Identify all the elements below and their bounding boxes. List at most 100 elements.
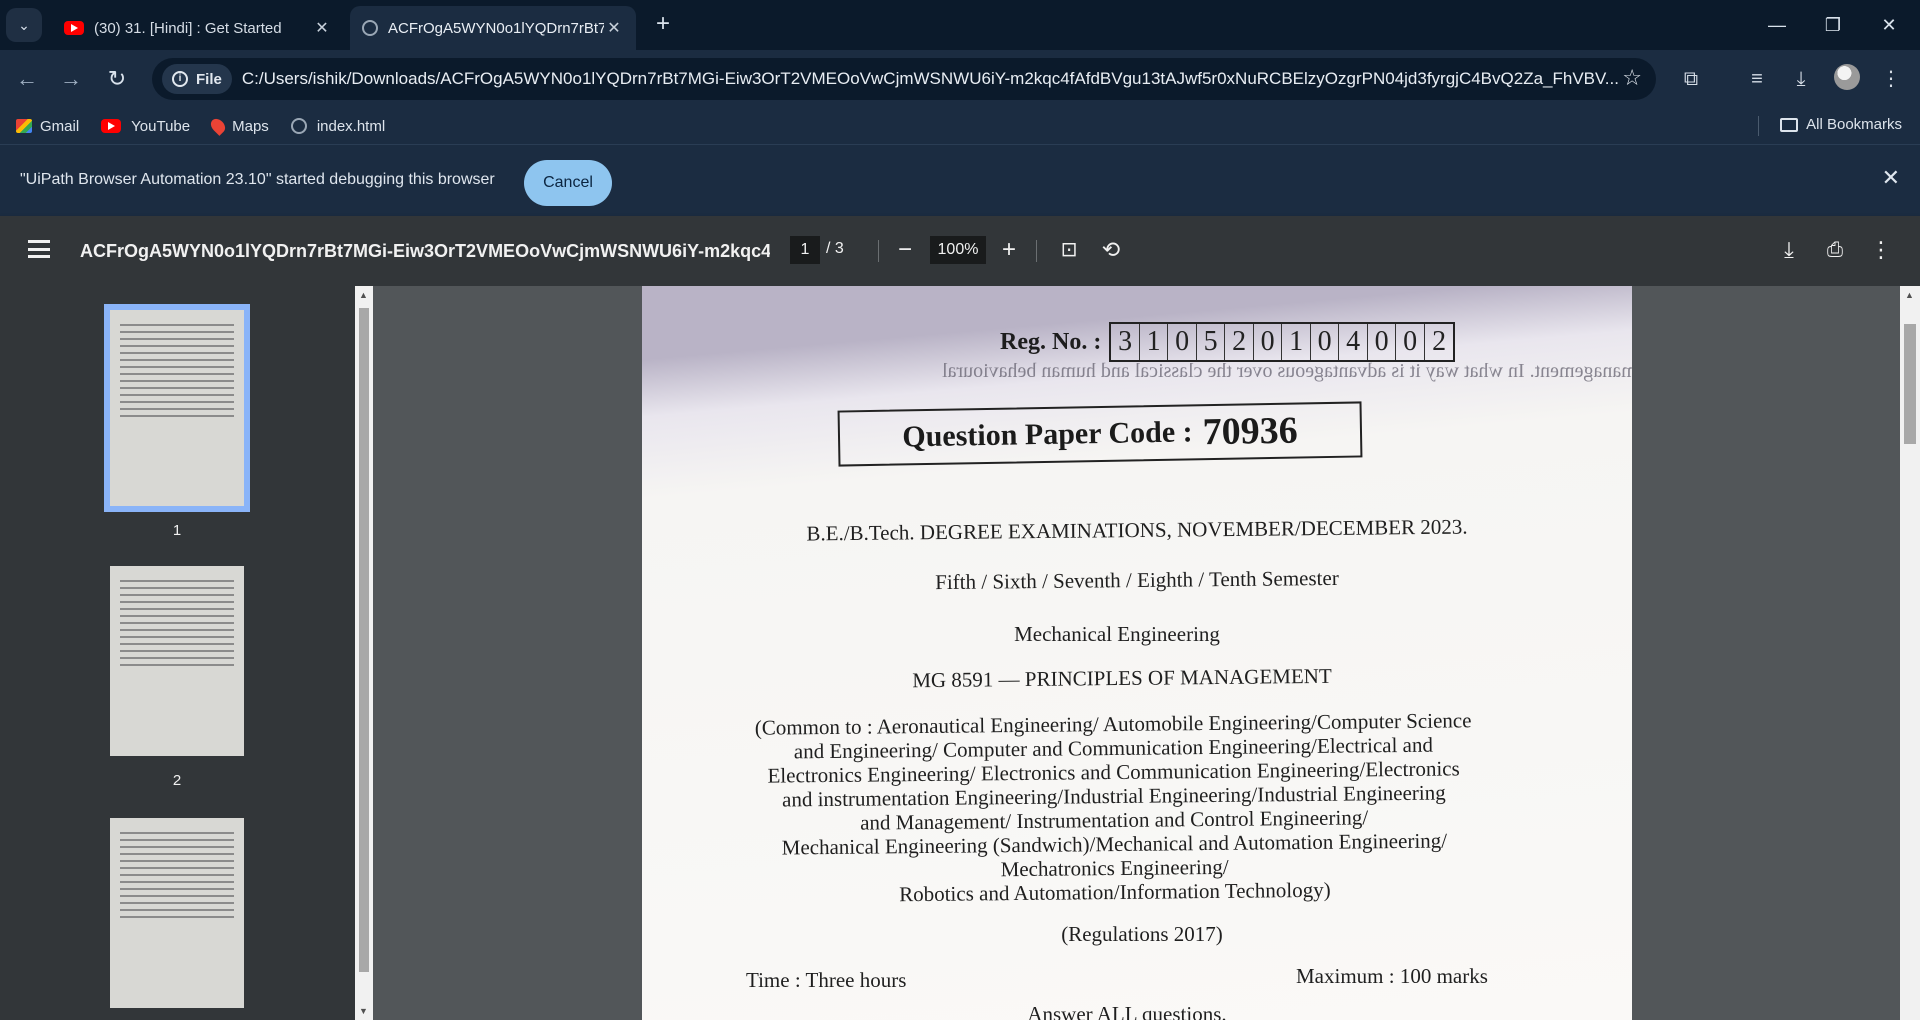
infobar-message: "UiPath Browser Automation 23.10" starte…	[20, 171, 495, 188]
sidebar-scroll-thumb[interactable]	[359, 308, 369, 972]
bookmark-label: YouTube	[131, 117, 191, 135]
bookmark-youtube[interactable]: YouTube	[101, 118, 190, 135]
fit-to-page-icon[interactable]: ⊡	[1052, 234, 1086, 268]
common-to-list: (Common to : Aeronautical Engineering/ A…	[733, 708, 1495, 908]
tab-title: (30) 31. [Hindi] : Get Started	[94, 19, 282, 37]
bookmark-star-icon[interactable]: ☆	[1622, 65, 1642, 91]
semester: Fifth / Sixth / Seventh / Eighth / Tenth…	[935, 565, 1339, 595]
back-arrow-icon[interactable]: ←	[12, 64, 42, 94]
bookmark-gmail[interactable]: Gmail	[16, 118, 79, 135]
scroll-up-icon[interactable]: ▲	[1905, 290, 1914, 300]
thumbnail-label: 1	[172, 522, 182, 539]
all-bookmarks-button[interactable]: All Bookmarks	[1780, 116, 1902, 133]
reg-digit: 0	[1311, 324, 1340, 360]
tab-youtube[interactable]: (30) 31. [Hindi] : Get Started ✕	[52, 6, 344, 50]
tab-title: ACFrOgA5WYN0o1lYQDrn7rBt7	[388, 19, 604, 37]
reg-digit: 2	[1225, 324, 1254, 360]
qp-code: 70936	[1202, 409, 1298, 454]
close-icon[interactable]: ✕	[312, 18, 332, 38]
bleed-through-text: 11. (a) Explain the systems theory of ma…	[942, 360, 1632, 382]
close-icon[interactable]: ✕	[604, 18, 624, 38]
exam-time: Time : Three hours	[746, 968, 907, 992]
infobar-close-icon[interactable]: ✕	[1882, 165, 1900, 191]
toolbar-divider	[878, 240, 879, 262]
more-menu-icon[interactable]: ⋮	[1874, 62, 1908, 96]
download-icon[interactable]: ⤓	[1784, 62, 1818, 96]
reg-digit: 0	[1254, 324, 1283, 360]
globe-icon	[290, 118, 307, 134]
bookmarks-divider	[1758, 116, 1759, 136]
address-bar[interactable]: i File C:/Users/ishik/Downloads/ACFrOgA5…	[152, 58, 1656, 100]
profile-avatar[interactable]	[1834, 64, 1860, 90]
bookmark-label: Gmail	[40, 117, 80, 135]
scheme-label: File	[196, 70, 222, 88]
zoom-in-icon[interactable]: +	[992, 234, 1026, 268]
debugging-infobar: "UiPath Browser Automation 23.10" starte…	[0, 144, 1920, 216]
course: MG 8591 — PRINCIPLES OF MANAGEMENT	[912, 663, 1332, 693]
gmail-icon	[16, 119, 32, 133]
reg-digit: 2	[1432, 326, 1447, 357]
tab-search-chevron-icon[interactable]: ⌄	[6, 8, 42, 42]
window-close-icon[interactable]: ✕	[1864, 8, 1914, 42]
site-info-chip[interactable]: i File	[162, 64, 232, 94]
scroll-up-icon[interactable]: ▲	[359, 290, 368, 300]
new-tab-plus-icon[interactable]: +	[648, 10, 678, 40]
qp-label: Question Paper Code :	[902, 415, 1193, 454]
page-thumbnail-2[interactable]	[110, 566, 244, 756]
forward-arrow-icon[interactable]: →	[56, 64, 86, 94]
print-icon[interactable]: ⎙	[1818, 234, 1852, 268]
pdf-page-1: Reg. No. : 3 1 0 5 2 0 1 0 4 0 0 2 11. (…	[642, 286, 1632, 1020]
reading-list-icon[interactable]: ≡	[1740, 62, 1774, 96]
bookmark-maps[interactable]: Maps	[208, 116, 269, 136]
bookmark-label: index.html	[316, 117, 386, 135]
bookmark-index[interactable]: index.html	[290, 117, 386, 135]
cancel-button[interactable]: Cancel	[524, 160, 612, 206]
maps-icon	[208, 116, 229, 136]
thumbnail-sidebar: 1 2	[0, 286, 355, 1020]
reg-digit: 4	[1339, 324, 1368, 360]
regulations: (Regulations 2017)	[1061, 922, 1223, 946]
reg-digit: 0	[1368, 324, 1397, 360]
minimize-icon[interactable]: —	[1752, 8, 1802, 42]
all-bookmarks-label: All Bookmarks	[1806, 116, 1902, 133]
tab-strip: ⌄ (30) 31. [Hindi] : Get Started ✕ ACFrO…	[0, 0, 1920, 50]
toolbar-divider	[1036, 240, 1037, 262]
page-total: / 3	[826, 240, 844, 257]
extensions-icon[interactable]: ⧉	[1674, 62, 1708, 96]
pdf-viewer: 1 2 ▲ ▼ Reg. No. : 3 1 0 5 2 0 1 0 4 0 0…	[0, 286, 1920, 1020]
reload-icon[interactable]: ↻	[102, 64, 132, 94]
reg-number-boxes: 3 1 0 5 2 0 1 0 4 0 0 2	[1109, 322, 1456, 362]
reg-digit: 0	[1396, 324, 1425, 360]
page-number-input[interactable]: 1	[790, 236, 820, 264]
exam-title: B.E./B.Tech. DEGREE EXAMINATIONS, NOVEMB…	[806, 514, 1468, 546]
pdf-title: ACFrOgA5WYN0o1lYQDrn7rBt7MGi-Eiw3OrT2VME…	[80, 241, 770, 261]
question-paper-code-box: Question Paper Code : 70936	[837, 401, 1363, 467]
reg-label: Reg. No. :	[1000, 328, 1102, 355]
url-text[interactable]: C:/Users/ishik/Downloads/ACFrOgA5WYN0o1l…	[242, 69, 1622, 89]
thumbnail-label: 2	[172, 772, 182, 789]
page-thumbnail-1[interactable]	[104, 304, 250, 512]
youtube-icon	[64, 21, 84, 35]
rotate-icon[interactable]: ⟲	[1094, 234, 1128, 268]
tab-pdf[interactable]: ACFrOgA5WYN0o1lYQDrn7rBt7 ✕	[350, 6, 636, 50]
bookmarks-bar: Gmail YouTube Maps index.html All Bookma…	[0, 108, 1920, 144]
reg-digit: 5	[1197, 324, 1226, 360]
scroll-down-icon[interactable]: ▼	[359, 1006, 368, 1016]
reg-digit: 1	[1140, 324, 1169, 360]
pdf-toolbar: ACFrOgA5WYN0o1lYQDrn7rBt7MGi-Eiw3OrT2VME…	[0, 216, 1920, 286]
bookmark-label: Maps	[232, 117, 269, 135]
department: Mechanical Engineering	[1014, 622, 1220, 646]
page-thumbnail-3[interactable]	[110, 818, 244, 1008]
reg-digit: 3	[1111, 324, 1140, 360]
zoom-input[interactable]: 100%	[930, 236, 986, 264]
folder-icon	[1780, 117, 1799, 132]
registration-number: Reg. No. : 3 1 0 5 2 0 1 0 4 0 0 2	[1000, 322, 1456, 362]
main-scroll-thumb[interactable]	[1904, 324, 1916, 444]
browser-toolbar: ← → ↻ i File C:/Users/ishik/Downloads/AC…	[0, 50, 1920, 108]
menu-icon[interactable]	[28, 240, 50, 258]
zoom-out-icon[interactable]: −	[888, 234, 922, 268]
restore-icon[interactable]: ❐	[1808, 8, 1858, 42]
pdf-more-icon[interactable]: ⋮	[1864, 234, 1898, 268]
max-marks: Maximum : 100 marks	[1296, 964, 1488, 988]
pdf-download-icon[interactable]: ⤓	[1772, 234, 1806, 268]
